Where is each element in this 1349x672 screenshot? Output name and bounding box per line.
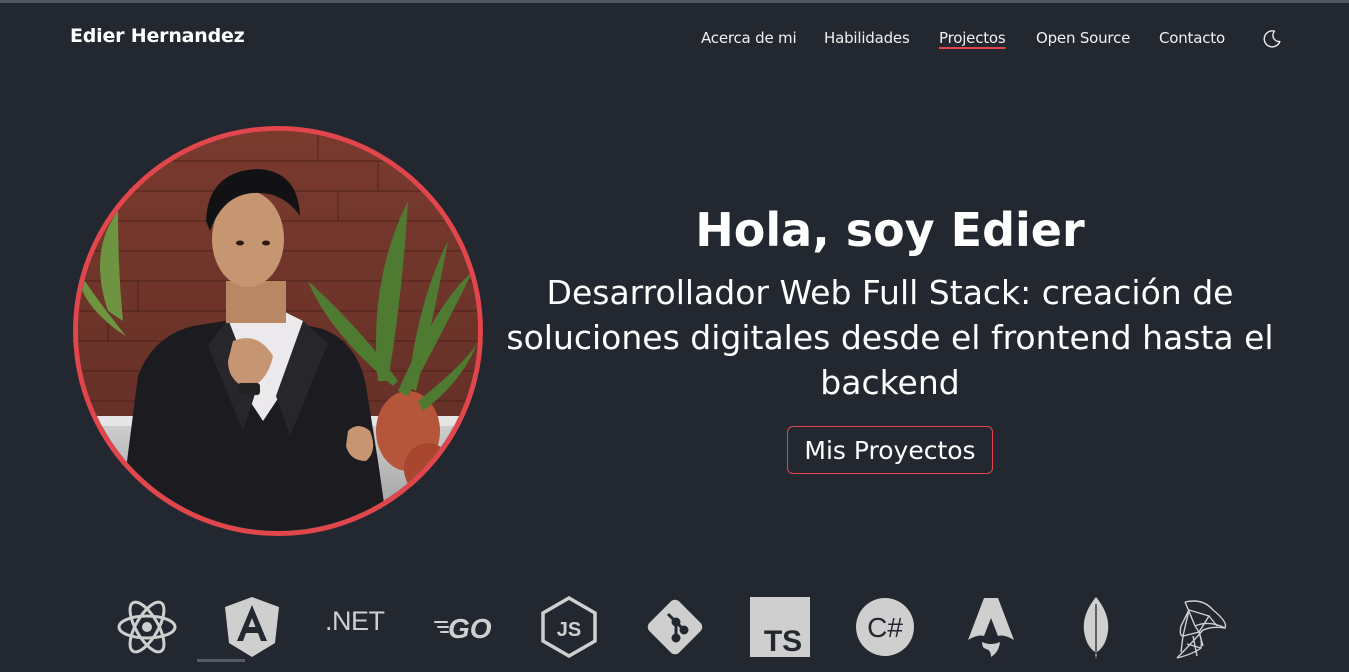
typescript-icon: TS <box>750 597 810 663</box>
js-text: JS <box>557 619 581 641</box>
ts-text: TS <box>764 625 802 657</box>
mongodb-icon <box>1081 596 1111 662</box>
nav-link-open-source[interactable]: Open Source <box>1036 29 1130 47</box>
profile-photo <box>73 126 483 536</box>
csharp-text: C# <box>867 612 903 643</box>
react-icon <box>116 596 178 662</box>
nav-link-acerca[interactable]: Acerca de mi <box>701 29 797 47</box>
nodejs-icon: JS <box>540 596 598 662</box>
my-projects-button[interactable]: Mis Proyectos <box>787 426 993 474</box>
nav-link-projectos[interactable]: Projectos <box>939 29 1006 47</box>
dotnet-icon: .NET <box>325 606 385 636</box>
go-text: GO <box>448 613 492 644</box>
angular-icon <box>223 596 281 662</box>
hero-subtitle-line: soluciones digitales desde el frontend h… <box>506 318 1274 357</box>
go-icon: GO <box>433 602 495 668</box>
navbar: Edier Hernandez Acerca de mi Habilidades… <box>0 3 1349 73</box>
moon-icon[interactable] <box>1262 29 1282 49</box>
hero-subtitle: Desarrollador Web Full Stack: creación d… <box>500 270 1280 405</box>
git-icon <box>644 596 706 662</box>
hero-subtitle-line: Desarrollador Web Full Stack: creación d… <box>546 273 1234 312</box>
sql-server-icon <box>1173 596 1231 662</box>
nav-link-contacto[interactable]: Contacto <box>1159 29 1225 47</box>
brand-name[interactable]: Edier Hernandez <box>70 25 245 47</box>
astro-icon <box>966 596 1016 662</box>
hero-title: Hola, soy Edier <box>695 203 1085 257</box>
skills-strip: .NET GO JS TS C# <box>0 592 1349 662</box>
csharp-icon: C# <box>855 597 915 663</box>
hero-subtitle-line: backend <box>820 363 960 402</box>
nav-link-habilidades[interactable]: Habilidades <box>824 29 910 47</box>
